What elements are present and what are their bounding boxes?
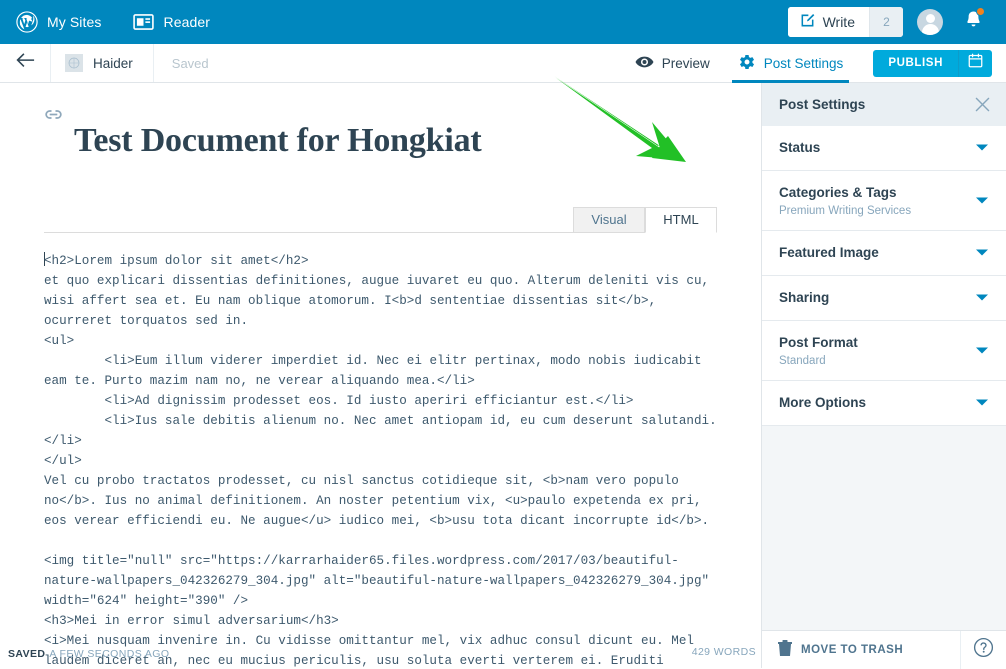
avatar[interactable] — [917, 9, 943, 35]
reader-label: Reader — [163, 14, 210, 30]
sidebar-item-featured-image[interactable]: Featured Image — [762, 231, 1006, 276]
sidebar-item-sublabel: Standard — [779, 355, 975, 367]
sidebar-item-label: Featured Image — [779, 245, 879, 260]
reader-icon — [133, 14, 154, 30]
tab-html[interactable]: HTML — [645, 207, 717, 233]
sidebar-item-sublabel: Premium Writing Services — [779, 205, 975, 217]
sidebar-item-label: Status — [779, 140, 820, 155]
notifications-button[interactable] — [963, 9, 984, 35]
gear-icon — [738, 53, 756, 74]
saved-status: SAVED A FEW SECONDS AGO — [8, 648, 169, 660]
calendar-icon — [968, 53, 983, 73]
trash-bar: MOVE TO TRASH — [761, 630, 1006, 668]
sidebar-item-more-options[interactable]: More Options — [762, 381, 1006, 426]
write-button-group: Write 2 — [788, 7, 903, 37]
my-sites-label: My Sites — [47, 14, 101, 30]
publish-schedule-button[interactable] — [958, 50, 992, 77]
trash-icon — [778, 640, 792, 660]
publish-button[interactable]: PUBLISH — [873, 50, 958, 77]
masthead: My Sites Reader Write 2 — [0, 0, 1006, 44]
write-label: Write — [823, 14, 855, 30]
sidebar-item-label: Sharing — [779, 290, 829, 305]
sidebar-item-texts: Featured Image — [779, 244, 975, 262]
preview-label: Preview — [662, 56, 710, 71]
link-icon[interactable] — [44, 107, 63, 125]
post-settings-label: Post Settings — [764, 56, 844, 71]
sidebar-title: Post Settings — [779, 97, 975, 112]
sidebar-item-texts: More Options — [779, 394, 975, 412]
bell-icon — [963, 17, 984, 34]
page-title[interactable]: Test Document for Hongkiat — [74, 122, 482, 160]
chevron-down-icon — [975, 342, 989, 360]
site-chip[interactable]: Haider — [51, 44, 154, 82]
html-code-text: <h2>Lorem ipsum dolor sit amet</h2> et q… — [44, 254, 717, 668]
chevron-down-icon — [975, 394, 989, 412]
move-to-trash-button[interactable]: MOVE TO TRASH — [762, 631, 960, 669]
sidebar-item-texts: Sharing — [779, 289, 975, 307]
sidebar-item-texts: Status — [779, 139, 975, 157]
editor-canvas: Test Document for Hongkiat Visual HTML <… — [0, 83, 761, 668]
move-to-trash-label: MOVE TO TRASH — [801, 644, 903, 656]
sidebar-item-post-format[interactable]: Post Format Standard — [762, 321, 1006, 381]
chevron-down-icon — [975, 192, 989, 210]
my-sites-button[interactable]: My Sites — [0, 0, 117, 44]
sidebar-item-texts: Post Format Standard — [779, 334, 975, 367]
reader-button[interactable]: Reader — [117, 0, 226, 44]
html-code-editor[interactable]: <h2>Lorem ipsum dolor sit amet</h2> et q… — [44, 233, 717, 668]
post-settings-button[interactable]: Post Settings — [724, 44, 858, 82]
title-row: Test Document for Hongkiat — [0, 83, 761, 183]
help-question-icon — [973, 637, 994, 663]
help-button[interactable] — [960, 631, 1006, 669]
sidebar-item-label: Post Format — [779, 335, 858, 350]
publish-button-group: PUBLISH — [873, 50, 992, 77]
toolbar-spacer — [227, 44, 621, 82]
sidebar-item-categories-tags[interactable]: Categories & Tags Premium Writing Servic… — [762, 171, 1006, 231]
arrow-left-icon — [15, 52, 35, 74]
editor-mode-tabs: Visual HTML — [44, 197, 717, 233]
preview-button[interactable]: Preview — [621, 44, 724, 82]
sidebar-item-sharing[interactable]: Sharing — [762, 276, 1006, 321]
post-settings-sidebar: Post Settings Status Categories & Tags P… — [761, 83, 1006, 668]
wordpress-logo-icon — [16, 11, 38, 33]
tab-visual[interactable]: Visual — [573, 207, 645, 233]
notification-dot — [976, 7, 985, 16]
sidebar-item-status[interactable]: Status — [762, 126, 1006, 171]
word-count: 429 WORDS — [692, 646, 756, 658]
chevron-down-icon — [975, 244, 989, 262]
editor-toolbar: Haider Saved Preview Post Settings PUBLI… — [0, 44, 1006, 83]
avatar-head — [926, 14, 935, 23]
sidebar-header: Post Settings — [762, 83, 1006, 126]
eye-icon — [635, 55, 654, 72]
sidebar-item-texts: Categories & Tags Premium Writing Servic… — [779, 184, 975, 217]
write-count-badge[interactable]: 2 — [869, 7, 903, 37]
chevron-down-icon — [975, 139, 989, 157]
back-button[interactable] — [0, 44, 51, 82]
sidebar-item-label: Categories & Tags — [779, 185, 897, 200]
chevron-down-icon — [975, 289, 989, 307]
saved-status-prefix: SAVED — [8, 648, 45, 660]
avatar-body — [922, 24, 939, 35]
close-icon[interactable] — [975, 97, 990, 112]
sidebar-item-label: More Options — [779, 395, 866, 410]
site-name-label: Haider — [93, 56, 133, 71]
saved-indicator: Saved — [154, 44, 227, 82]
pencil-icon — [799, 12, 816, 32]
site-thumbnail-icon — [65, 54, 83, 72]
write-button[interactable]: Write — [788, 7, 869, 37]
saved-status-time: A FEW SECONDS AGO — [49, 648, 169, 660]
